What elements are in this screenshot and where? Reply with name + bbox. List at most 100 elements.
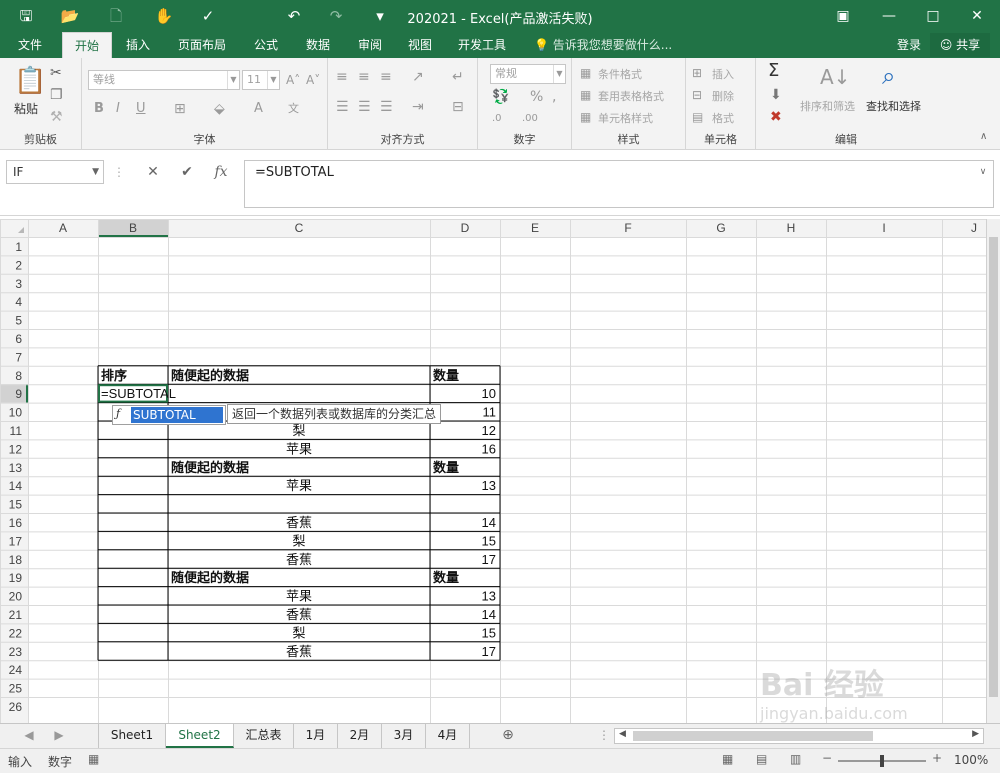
italic-button[interactable]: I: [116, 100, 120, 118]
row-header-12[interactable]: 12: [9, 442, 23, 456]
expand-formula-icon[interactable]: ∨: [968, 160, 998, 184]
tab-file[interactable]: 文件: [8, 32, 52, 58]
cell-d22[interactable]: 15: [482, 625, 496, 640]
cell-d11[interactable]: 12: [482, 423, 496, 438]
cell-c17[interactable]: 梨: [292, 533, 305, 548]
column-header-f[interactable]: F: [624, 221, 631, 235]
paste-icon[interactable]: 📋: [14, 66, 46, 96]
tab-review[interactable]: 审阅: [348, 32, 392, 58]
zoom-slider-handle[interactable]: [880, 755, 884, 767]
row-header-18[interactable]: 18: [9, 553, 23, 567]
row-header-17[interactable]: 17: [9, 534, 23, 548]
borders-icon[interactable]: ⊞: [174, 100, 186, 118]
tab-view[interactable]: 视图: [398, 32, 442, 58]
new-sheet-icon[interactable]: ⊕: [496, 724, 520, 748]
cell-d8[interactable]: 数量: [433, 368, 459, 383]
tab-insert[interactable]: 插入: [116, 32, 160, 58]
row-header-21[interactable]: 21: [9, 608, 23, 622]
cell-d20[interactable]: 13: [482, 589, 496, 604]
format-as-table-button[interactable]: 套用表格格式: [598, 88, 664, 104]
cell-d12[interactable]: 16: [482, 441, 496, 456]
cell-c11[interactable]: 梨: [292, 423, 305, 438]
format-button[interactable]: 格式: [712, 110, 734, 126]
copy-icon[interactable]: ❐: [50, 86, 63, 104]
tell-me-box[interactable]: 💡 告诉我您想要做什么...: [534, 32, 672, 58]
sort-filter-button[interactable]: 排序和筛选: [800, 98, 855, 114]
zoom-in-icon[interactable]: +: [932, 751, 942, 765]
collapse-ribbon-icon[interactable]: ∧: [980, 128, 987, 146]
row-header-3[interactable]: 3: [15, 277, 22, 291]
wrap-text-icon[interactable]: ↵: [452, 68, 464, 86]
cell-c16[interactable]: 香蕉: [286, 515, 312, 530]
underline-button[interactable]: U: [136, 100, 146, 118]
autocomplete-item-subtotal[interactable]: SUBTOTAL: [131, 407, 223, 423]
paste-button[interactable]: 粘贴: [14, 100, 38, 117]
cancel-icon[interactable]: ✕: [138, 160, 168, 184]
cell-c18[interactable]: 香蕉: [286, 552, 312, 567]
tab-page-layout[interactable]: 页面布局: [170, 32, 234, 58]
column-header-d[interactable]: D: [461, 221, 470, 235]
middle-align-icon[interactable]: ≡: [358, 68, 370, 86]
row-header-23[interactable]: 23: [9, 645, 23, 659]
row-header-16[interactable]: 16: [9, 516, 23, 530]
align-center-icon[interactable]: ☰: [358, 98, 371, 116]
sheet-tab-feb[interactable]: 2月: [338, 724, 382, 748]
fill-color-icon[interactable]: ⬙: [214, 100, 225, 118]
column-header-c[interactable]: C: [295, 221, 304, 235]
zoom-level[interactable]: 100%: [954, 753, 988, 767]
delete-button[interactable]: 删除: [712, 88, 734, 104]
cell-c12[interactable]: 苹果: [286, 441, 312, 456]
ribbon-display-icon[interactable]: ▣: [820, 0, 866, 32]
row-header-25[interactable]: 25: [9, 682, 23, 696]
column-header-j[interactable]: J: [971, 221, 977, 235]
vertical-scrollbar[interactable]: [986, 219, 1000, 723]
tab-formulas[interactable]: 公式: [244, 32, 288, 58]
sheet-tab-summary[interactable]: 汇总表: [234, 724, 294, 748]
cell-d21[interactable]: 14: [482, 607, 496, 622]
indent-icon[interactable]: ⇥: [412, 98, 424, 116]
zoom-out-icon[interactable]: −: [822, 751, 832, 765]
cell-d13[interactable]: 数量: [433, 460, 459, 475]
tab-home[interactable]: 开始: [62, 32, 112, 59]
close-icon[interactable]: ✕: [954, 0, 1000, 32]
login-link[interactable]: 登录: [897, 32, 921, 58]
column-header-e[interactable]: E: [531, 221, 539, 235]
top-align-icon[interactable]: ≡: [336, 68, 348, 86]
row-header-2[interactable]: 2: [15, 258, 22, 272]
row-header-10[interactable]: 10: [9, 406, 23, 420]
shrink-font-icon[interactable]: A˅: [306, 71, 320, 89]
insert-function-icon[interactable]: fx: [206, 160, 236, 184]
font-color-icon[interactable]: A: [254, 100, 263, 118]
cell-d9[interactable]: 10: [482, 386, 496, 401]
format-painter-icon[interactable]: ⚒: [50, 108, 63, 126]
row-header-9[interactable]: 9: [15, 387, 22, 401]
decrease-decimal-icon[interactable]: .00: [522, 110, 538, 128]
formula-input[interactable]: =SUBTOTAL: [244, 160, 994, 208]
currency-icon[interactable]: 💱: [492, 88, 509, 106]
minimize-icon[interactable]: —: [866, 0, 912, 32]
bold-button[interactable]: B: [94, 100, 104, 118]
tab-developer[interactable]: 开发工具: [450, 32, 514, 58]
cell-c22[interactable]: 梨: [292, 625, 305, 640]
row-header-13[interactable]: 13: [9, 461, 23, 475]
splitter-icon[interactable]: ⋮: [598, 724, 610, 748]
cell-c19[interactable]: 随便起的数据: [171, 570, 249, 585]
column-header-b[interactable]: B: [129, 221, 137, 235]
cell-c8[interactable]: 随便起的数据: [171, 368, 249, 383]
cell-d19[interactable]: 数量: [433, 570, 459, 585]
sheet-tab-apr[interactable]: 4月: [426, 724, 470, 748]
column-header-a[interactable]: A: [59, 221, 67, 235]
cell-c21[interactable]: 香蕉: [286, 607, 312, 622]
sheet-tab-mar[interactable]: 3月: [382, 724, 426, 748]
page-layout-view-icon[interactable]: ▤: [756, 752, 767, 766]
row-header-15[interactable]: 15: [9, 498, 23, 512]
cell-b9[interactable]: =SUBTOTAL: [101, 386, 176, 401]
find-select-button[interactable]: 查找和选择: [866, 98, 921, 114]
number-format-combo[interactable]: 常规 ▼: [490, 64, 566, 84]
increase-decimal-icon[interactable]: .0: [492, 110, 502, 128]
worksheet-grid[interactable]: A B C D E F G H I J 1 2 3 4 5 6 7 8 9 10 11 12 13 14 15 16 17 18 19 2…: [0, 219, 986, 723]
row-header-6[interactable]: 6: [15, 332, 22, 346]
maximize-icon[interactable]: □: [910, 0, 956, 32]
sheet-tab-sheet2[interactable]: Sheet2: [166, 724, 234, 748]
merge-center-icon[interactable]: ⊟: [452, 98, 464, 116]
